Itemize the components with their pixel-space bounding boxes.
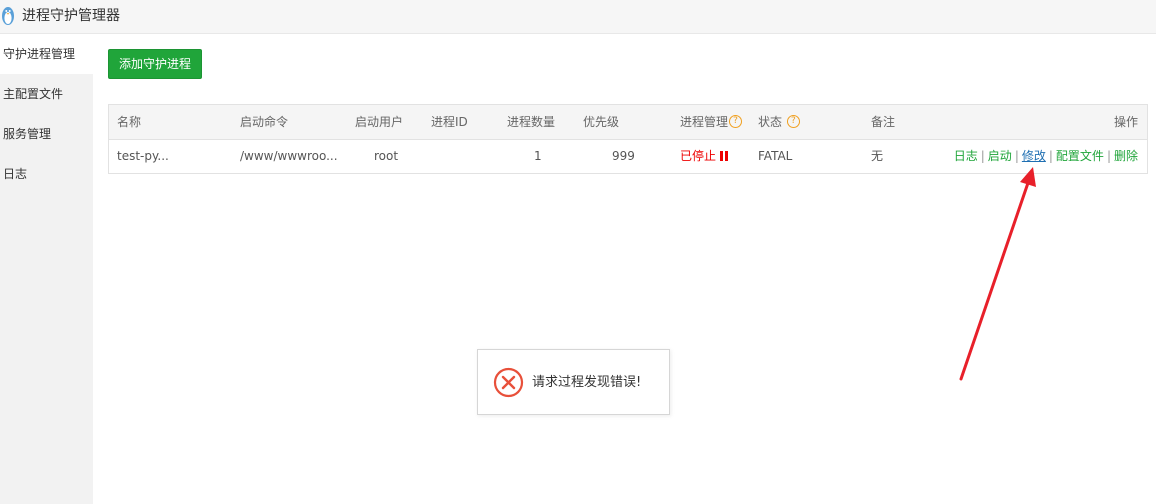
- start-link[interactable]: 启动: [988, 149, 1012, 163]
- row-count: 1: [534, 149, 542, 163]
- pause-icon: [720, 150, 729, 161]
- header-manage-label: 进程管理: [680, 115, 729, 129]
- header-priority: 优先级: [583, 115, 620, 129]
- app-title: 进程守护管理器: [22, 8, 120, 24]
- error-circle-icon: [493, 367, 524, 398]
- title-bar: 进程守护管理器: [0, 0, 1156, 34]
- penguin-icon: [2, 7, 14, 25]
- header-pid: 进程ID: [431, 115, 468, 129]
- header-command: 启动命令: [240, 115, 289, 129]
- separator: |: [1106, 149, 1111, 163]
- delete-link[interactable]: 删除: [1114, 149, 1138, 163]
- edit-link[interactable]: 修改: [1022, 149, 1046, 163]
- row-manage-status[interactable]: 已停止: [680, 140, 729, 173]
- table-header: 名称 启动命令 启动用户 进程ID 进程数量 优先级 进程管理? 状态 ? 备注…: [109, 105, 1147, 140]
- sidebar: 守护进程管理 主配置文件 服务管理 日志: [0, 34, 93, 504]
- header-manage: 进程管理?: [680, 105, 743, 139]
- sidebar-item-main-config[interactable]: 主配置文件: [0, 74, 93, 114]
- row-status: FATAL: [758, 149, 793, 163]
- separator: |: [1014, 149, 1019, 163]
- header-user: 启动用户: [355, 115, 404, 129]
- stopped-label: 已停止: [680, 149, 717, 163]
- table-row: test-py... /www/wwwroo... root 1 999 已停止…: [109, 140, 1147, 173]
- row-command: /www/wwwroo...: [240, 149, 338, 163]
- header-count: 进程数量: [507, 115, 556, 129]
- log-link[interactable]: 日志: [954, 149, 978, 163]
- sidebar-item-log[interactable]: 日志: [0, 154, 93, 194]
- row-user: root: [374, 149, 399, 163]
- error-toast: 请求过程发现错误!: [477, 349, 670, 415]
- row-name: test-py...: [117, 149, 169, 163]
- process-table: 名称 启动命令 启动用户 进程ID 进程数量 优先级 进程管理? 状态 ? 备注…: [108, 104, 1148, 174]
- row-priority: 999: [612, 149, 635, 163]
- help-icon[interactable]: ?: [786, 115, 800, 128]
- add-daemon-button[interactable]: 添加守护进程: [108, 49, 202, 79]
- config-file-link[interactable]: 配置文件: [1056, 149, 1104, 163]
- header-status: 状态 ?: [758, 105, 800, 139]
- error-message: 请求过程发现错误!: [532, 375, 642, 390]
- header-remark: 备注: [871, 115, 896, 129]
- row-remark: 无: [871, 149, 884, 163]
- header-status-label: 状态: [758, 115, 783, 129]
- sidebar-item-service-manage[interactable]: 服务管理: [0, 114, 93, 154]
- help-icon[interactable]: ?: [729, 115, 743, 128]
- header-ops: 操作: [1113, 115, 1138, 129]
- separator: |: [980, 149, 985, 163]
- header-name: 名称: [117, 115, 142, 129]
- sidebar-item-daemon-manage[interactable]: 守护进程管理: [0, 34, 93, 74]
- row-actions: 日志 | 启动 | 修改 | 配置文件 | 删除: [954, 140, 1138, 173]
- separator: |: [1048, 149, 1053, 163]
